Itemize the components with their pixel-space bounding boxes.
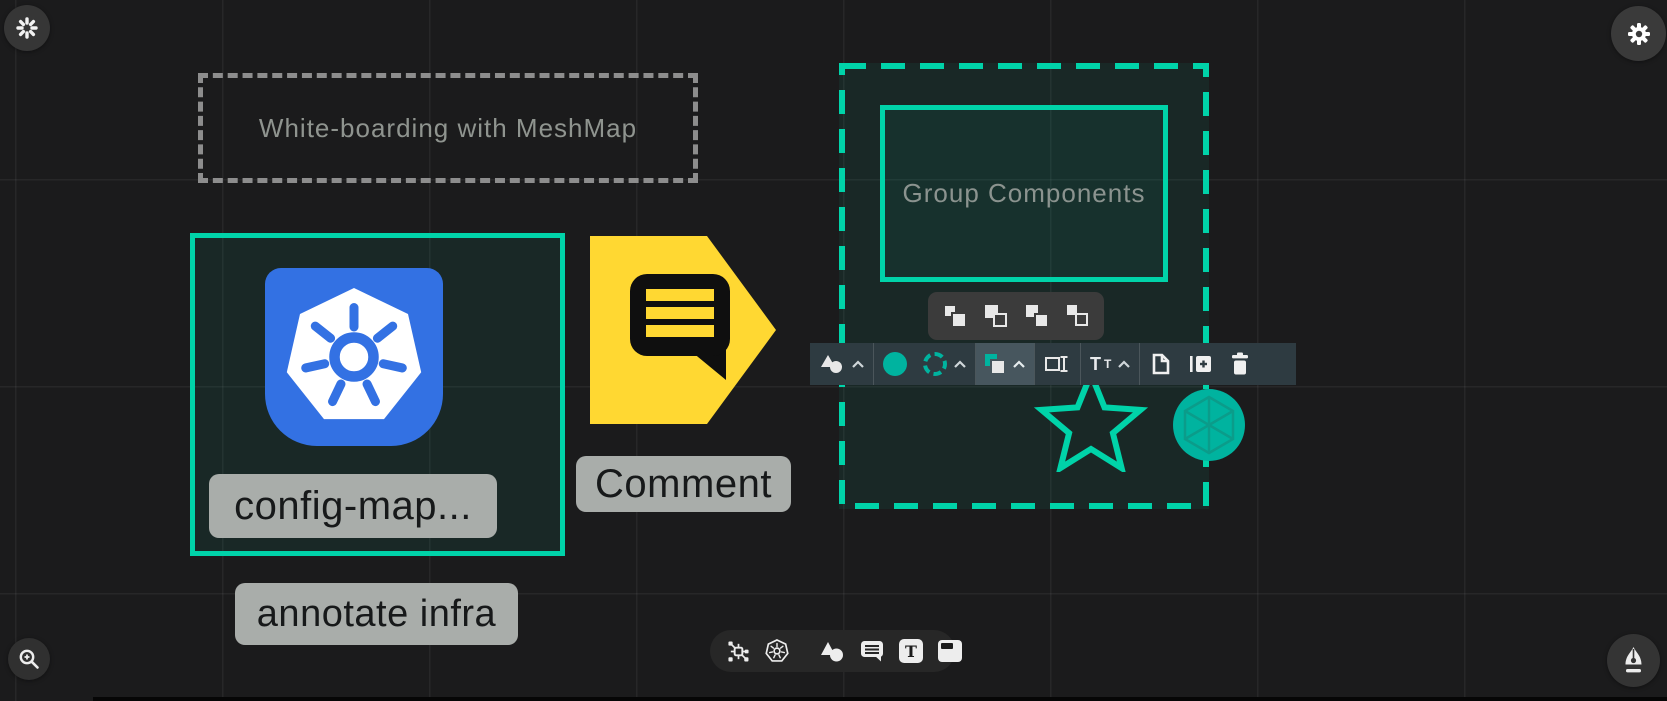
bottom-edge-strip [93, 697, 1667, 701]
fill-color-button[interactable] [883, 352, 907, 376]
star-shape[interactable] [1026, 372, 1156, 472]
annotation-label[interactable]: annotate infra [235, 583, 518, 645]
bring-forward-icon[interactable] [1026, 305, 1048, 327]
copy-icon[interactable] [1149, 352, 1171, 376]
send-backward-icon[interactable] [985, 305, 1007, 327]
comment-label-text: Comment [595, 462, 772, 507]
chevron-up-icon [1013, 360, 1025, 368]
comment-bubble-icon [630, 274, 738, 384]
text-style-button[interactable]: T T [1081, 343, 1139, 385]
zoom-button[interactable] [8, 638, 50, 680]
meshery-sphere-shape[interactable] [1173, 389, 1245, 461]
text-tool-glyph: T [905, 642, 917, 661]
shapes-icon [819, 354, 845, 374]
zoom-magnifier-icon [18, 648, 40, 670]
shape-style-toolbar: T T [810, 343, 1296, 385]
pen-nib-icon [1621, 646, 1646, 676]
layer-order-popup-toolbar [928, 292, 1104, 340]
text-style-icon-small: T [1104, 357, 1111, 371]
media-tool-icon[interactable] [938, 640, 962, 662]
shape-picker-button[interactable] [810, 343, 873, 385]
resize-width-icon [1044, 354, 1071, 374]
text-style-icon: T [1090, 354, 1101, 375]
component-label-text: config-map... [234, 484, 472, 529]
stroke-style-button[interactable] [923, 352, 966, 376]
media-chip-bar [941, 643, 953, 649]
settings-gear-icon [1625, 20, 1653, 48]
meshery-menu-button[interactable] [4, 5, 50, 51]
component-label[interactable]: config-map... [209, 474, 497, 538]
text-tool-icon[interactable]: T [899, 639, 923, 663]
kubernetes-configmap-shape[interactable] [265, 268, 443, 446]
comment-tool-icon[interactable] [860, 640, 884, 663]
layer-order-icon [985, 354, 1006, 375]
whiteboard-canvas[interactable]: White-boarding with MeshMap config-map..… [0, 0, 1667, 701]
resize-width-button[interactable] [1035, 343, 1080, 385]
whiteboard-note-box[interactable]: White-boarding with MeshMap [198, 73, 698, 183]
send-to-back-icon[interactable] [944, 305, 966, 327]
delete-trash-icon[interactable] [1230, 352, 1250, 376]
settings-button[interactable] [1611, 6, 1666, 61]
annotation-label-text: annotate infra [257, 593, 496, 636]
chevron-up-icon [852, 360, 864, 368]
pen-tool-button[interactable] [1607, 634, 1660, 687]
design-network-icon[interactable] [727, 640, 750, 663]
chevron-up-icon [954, 360, 966, 368]
bring-to-front-icon[interactable] [1067, 305, 1089, 327]
chevron-up-icon [1118, 360, 1130, 368]
dashed-stroke-icon [923, 352, 947, 376]
group-label-text: Group Components [903, 178, 1146, 209]
kubernetes-icon [279, 282, 429, 432]
comment-label[interactable]: Comment [576, 456, 791, 512]
tools-dock: T [710, 630, 955, 672]
layer-order-button[interactable] [976, 343, 1034, 385]
shapes-tool-icon[interactable] [819, 641, 845, 662]
add-to-design-icon[interactable] [1189, 352, 1212, 376]
group-components-shape[interactable]: Group Components [880, 105, 1168, 282]
comment-shape[interactable] [590, 236, 777, 424]
kubernetes-tool-icon[interactable] [765, 639, 789, 663]
meshery-logo-icon [16, 17, 38, 39]
note-text: White-boarding with MeshMap [259, 113, 637, 144]
